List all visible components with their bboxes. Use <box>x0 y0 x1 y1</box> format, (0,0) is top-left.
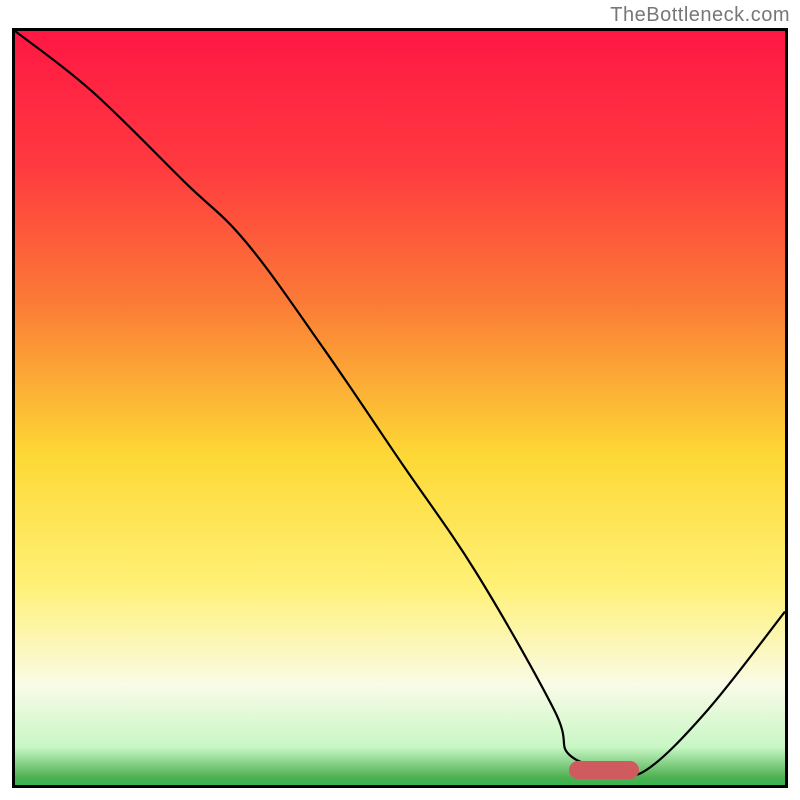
plot-frame <box>12 28 788 788</box>
watermark-text: TheBottleneck.com <box>610 4 790 27</box>
optimal-range-marker <box>569 761 638 779</box>
bottleneck-curve <box>15 31 785 785</box>
